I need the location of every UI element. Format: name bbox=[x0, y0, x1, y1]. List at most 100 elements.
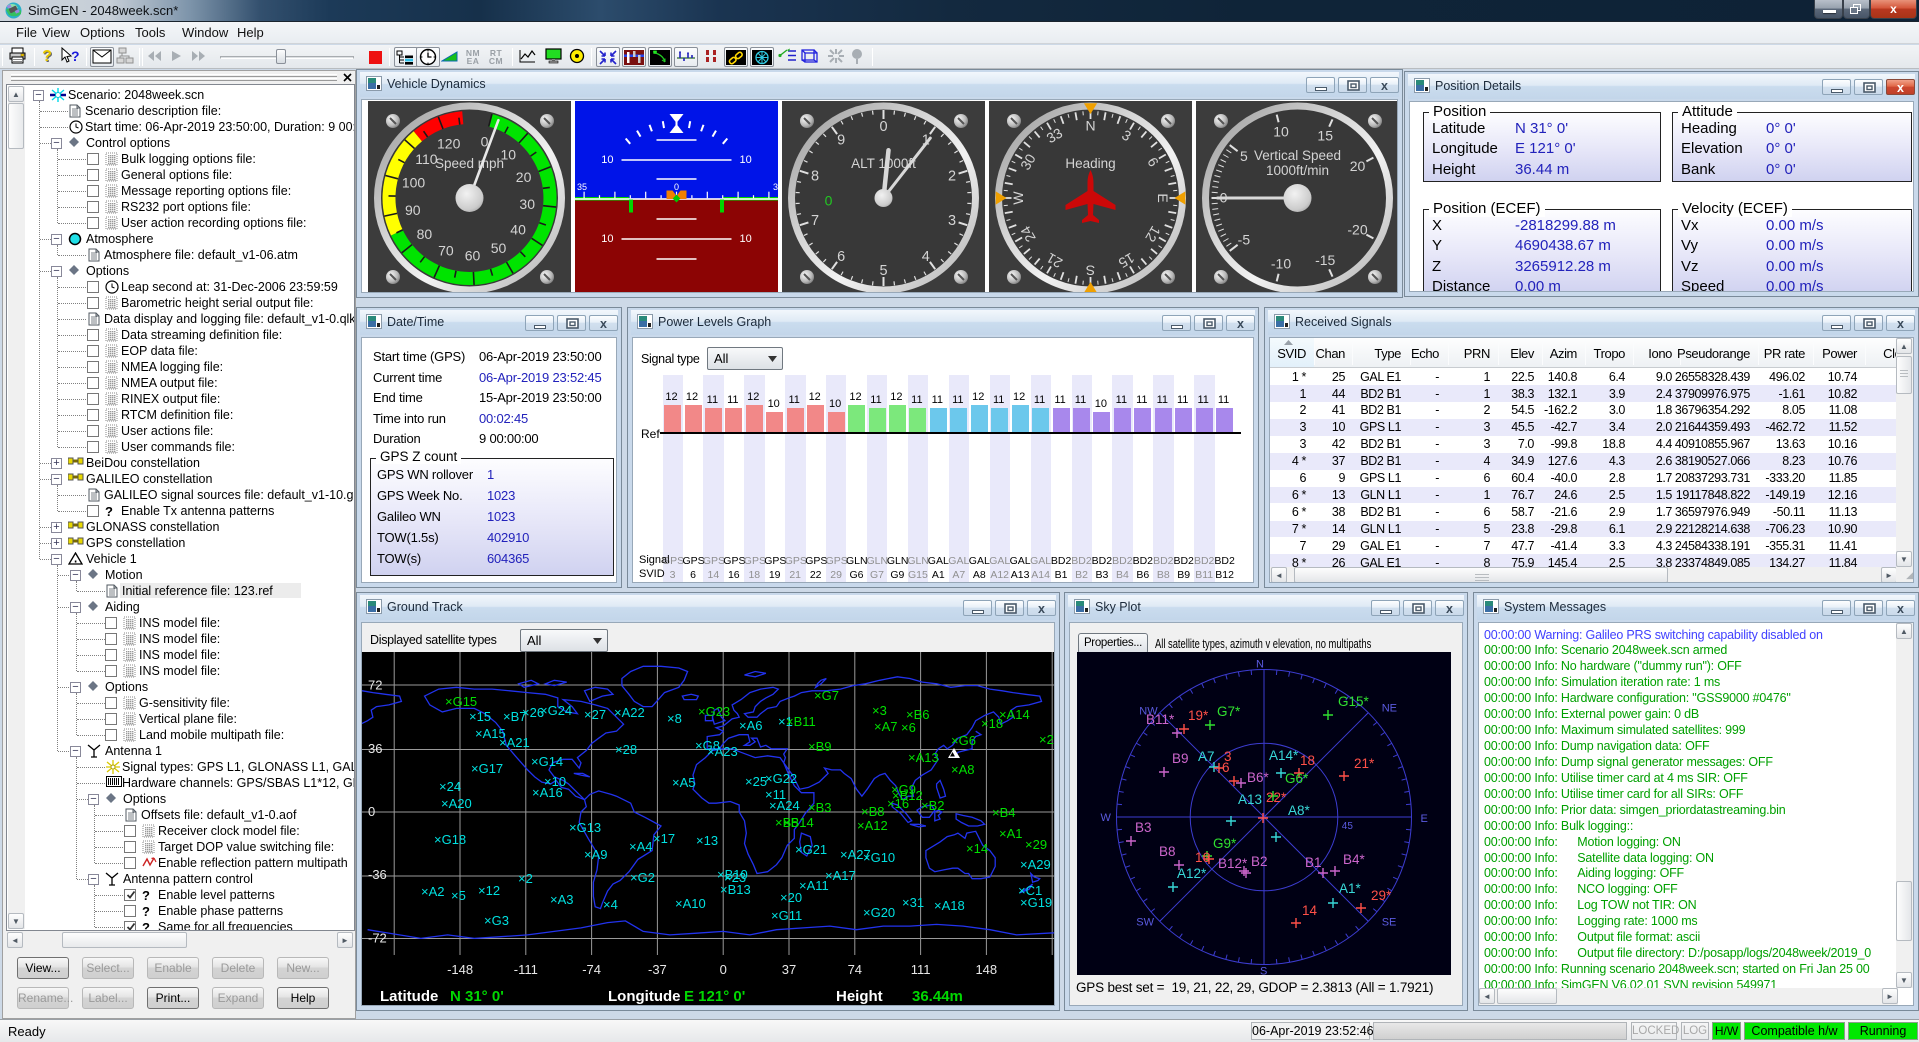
svg-text:22*: 22* bbox=[1266, 790, 1287, 805]
svg-text:×G13: ×G13 bbox=[569, 820, 601, 835]
svg-text:W: W bbox=[1010, 191, 1026, 205]
svg-text:G6*: G6* bbox=[1285, 771, 1309, 786]
svg-text:10: 10 bbox=[740, 154, 752, 166]
svg-text:N: N bbox=[1085, 118, 1095, 134]
svg-text:-20: -20 bbox=[1347, 222, 1367, 238]
svg-text:74: 74 bbox=[848, 962, 862, 977]
svg-text:×G7: ×G7 bbox=[814, 688, 839, 703]
svg-text:×B3: ×B3 bbox=[808, 800, 832, 815]
svg-text:36: 36 bbox=[368, 741, 382, 756]
svg-text:×G15: ×G15 bbox=[445, 694, 477, 709]
svg-text:×G17: ×G17 bbox=[471, 761, 503, 776]
svg-text:×A17: ×A17 bbox=[825, 868, 856, 883]
svg-text:100: 100 bbox=[402, 175, 426, 191]
svg-text:111: 111 bbox=[911, 962, 931, 977]
svg-text:-111: -111 bbox=[514, 962, 538, 977]
svg-text:10: 10 bbox=[601, 233, 613, 245]
svg-text:×2: ×2 bbox=[1039, 732, 1054, 747]
svg-text:37: 37 bbox=[782, 962, 796, 977]
svg-text:10: 10 bbox=[740, 233, 752, 245]
svg-text:×B14: ×B14 bbox=[783, 815, 814, 830]
svg-text:NE: NE bbox=[1382, 702, 1397, 714]
svg-text:35: 35 bbox=[577, 182, 587, 192]
svg-text:-72: -72 bbox=[368, 930, 387, 945]
svg-text:G9*: G9* bbox=[1213, 836, 1237, 851]
svg-text:18: 18 bbox=[1300, 753, 1315, 768]
svg-text:B8: B8 bbox=[1159, 844, 1176, 859]
svg-text:120: 120 bbox=[437, 136, 461, 152]
svg-text:Longitude: Longitude bbox=[608, 988, 680, 1005]
svg-text:0: 0 bbox=[720, 962, 727, 977]
svg-text:×A2: ×A2 bbox=[421, 884, 445, 899]
svg-text:N: N bbox=[1256, 659, 1264, 671]
svg-text:×B8: ×B8 bbox=[861, 804, 885, 819]
svg-text:×A7: ×A7 bbox=[874, 719, 898, 734]
svg-text:×G19: ×G19 bbox=[1020, 895, 1052, 910]
svg-text:×20: ×20 bbox=[780, 890, 802, 905]
svg-text:B2: B2 bbox=[1251, 854, 1268, 869]
svg-text:×A3: ×A3 bbox=[550, 892, 574, 907]
svg-text:50: 50 bbox=[491, 240, 507, 256]
svg-text:6: 6 bbox=[837, 249, 845, 265]
svg-text:×A9: ×A9 bbox=[584, 847, 608, 862]
svg-text:×3: ×3 bbox=[872, 703, 887, 718]
svg-text:×18: ×18 bbox=[981, 716, 1003, 731]
svg-text:70: 70 bbox=[438, 243, 454, 259]
svg-text:×A10: ×A10 bbox=[675, 896, 706, 911]
svg-text:×29: ×29 bbox=[1025, 837, 1047, 852]
svg-text:SE: SE bbox=[1382, 917, 1397, 929]
svg-text:×A29: ×A29 bbox=[1020, 857, 1051, 872]
svg-text:E 121° 0': E 121° 0' bbox=[684, 988, 745, 1005]
svg-text:×13: ×13 bbox=[696, 833, 718, 848]
svg-text:G15*: G15* bbox=[1338, 694, 1370, 709]
svg-text:W: W bbox=[1101, 812, 1112, 824]
svg-text:×6: ×6 bbox=[901, 720, 916, 735]
svg-text:72: 72 bbox=[368, 678, 382, 693]
svg-text:-37: -37 bbox=[648, 962, 667, 977]
svg-text:×G21: ×G21 bbox=[795, 842, 827, 857]
svg-text:Latitude: Latitude bbox=[380, 988, 438, 1005]
svg-text:29*: 29* bbox=[1371, 888, 1392, 903]
svg-text:-148: -148 bbox=[447, 962, 473, 977]
svg-text:0: 0 bbox=[368, 804, 375, 819]
svg-text:45: 45 bbox=[1342, 821, 1354, 832]
svg-text:Speed mph: Speed mph bbox=[435, 156, 504, 171]
svg-text:×24: ×24 bbox=[439, 779, 461, 794]
svg-text:N 31° 0': N 31° 0' bbox=[450, 988, 504, 1005]
svg-text:×A21: ×A21 bbox=[499, 735, 530, 750]
svg-text:×G10: ×G10 bbox=[863, 850, 895, 865]
svg-text:×G24: ×G24 bbox=[540, 703, 572, 718]
svg-text:21*: 21* bbox=[1354, 756, 1375, 771]
svg-text:6: 6 bbox=[1222, 760, 1230, 775]
svg-text:A1*: A1* bbox=[1339, 881, 1362, 896]
svg-text:-74: -74 bbox=[582, 962, 601, 977]
svg-text:B3: B3 bbox=[1135, 820, 1152, 835]
svg-text:5: 5 bbox=[879, 263, 887, 279]
svg-text:×B9: ×B9 bbox=[808, 739, 832, 754]
svg-text:×A24: ×A24 bbox=[769, 798, 800, 813]
svg-text:Height: Height bbox=[836, 988, 883, 1005]
svg-text:×G14: ×G14 bbox=[531, 754, 563, 769]
svg-text:×31: ×31 bbox=[902, 895, 924, 910]
svg-text:×2: ×2 bbox=[518, 871, 533, 886]
svg-text:-5: -5 bbox=[1238, 232, 1251, 248]
svg-text:Vertical Speed: Vertical Speed bbox=[1254, 148, 1341, 163]
svg-text:80: 80 bbox=[417, 226, 433, 242]
svg-text:×B2: ×B2 bbox=[921, 798, 945, 813]
svg-text:S: S bbox=[1086, 262, 1095, 278]
svg-text:×15: ×15 bbox=[469, 709, 491, 724]
svg-text:×G18: ×G18 bbox=[434, 832, 466, 847]
svg-text:20: 20 bbox=[516, 169, 532, 185]
svg-text:A8*: A8* bbox=[1288, 803, 1311, 818]
svg-text:90: 90 bbox=[405, 202, 421, 218]
svg-text:×G20: ×G20 bbox=[863, 905, 895, 920]
svg-text:×B13: ×B13 bbox=[720, 882, 751, 897]
svg-text:×G23: ×G23 bbox=[698, 704, 730, 719]
svg-text:×A18: ×A18 bbox=[934, 898, 965, 913]
svg-text:×8: ×8 bbox=[667, 711, 682, 726]
svg-text:×14: ×14 bbox=[966, 841, 988, 856]
svg-text:B6*: B6* bbox=[1247, 770, 1270, 785]
svg-text:-10: -10 bbox=[1271, 256, 1291, 272]
svg-text:×G6: ×G6 bbox=[951, 733, 976, 748]
svg-text:14: 14 bbox=[1302, 903, 1318, 918]
